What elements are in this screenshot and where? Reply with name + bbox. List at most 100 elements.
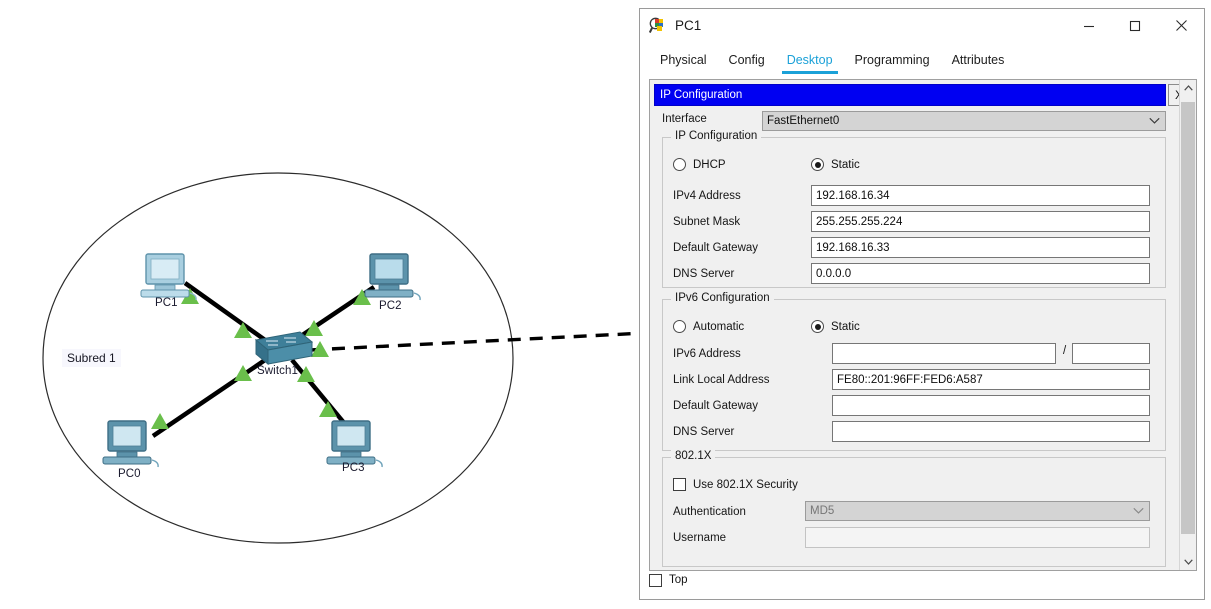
ipv4-dns-label: DNS Server — [673, 268, 735, 280]
ipv6-prefix-separator: / — [1063, 345, 1067, 357]
ipv6-automatic-label: Automatic — [693, 320, 745, 333]
window-titlebar[interactable]: PC1 — [640, 9, 1204, 42]
ipv6-automatic-radio[interactable] — [673, 320, 686, 333]
window-footer: Top — [649, 569, 1197, 591]
pc1-label: PC1 — [155, 297, 178, 309]
link-local-address-value: FE80::201:96FF:FED6:A587 — [837, 373, 983, 386]
interface-label: Interface — [662, 113, 707, 125]
subnet-mask-label: Subnet Mask — [673, 216, 741, 228]
tab-desktop[interactable]: Desktop — [776, 53, 844, 74]
chevron-down-icon — [1133, 507, 1144, 514]
ip-config-close-button[interactable]: X — [1168, 84, 1179, 106]
dhcp-label: DHCP — [693, 158, 726, 171]
pc0-label: PC0 — [118, 468, 141, 480]
ipv4-dns-value: 0.0.0.0 — [816, 267, 852, 280]
ipv6-dns-label: DNS Server — [673, 426, 735, 438]
use-802-1x-checkbox[interactable] — [673, 478, 686, 491]
link-local-address-input[interactable]: FE80::201:96FF:FED6:A587 — [832, 369, 1150, 390]
switch1-icon[interactable] — [254, 331, 314, 366]
maximize-button[interactable] — [1112, 9, 1158, 42]
pc2-label: PC2 — [379, 300, 402, 312]
window-title: PC1 — [675, 18, 702, 33]
pc1-window[interactable]: PC1 Physical Config Desktop Programming … — [639, 8, 1205, 600]
interface-value: FastEthernet0 — [767, 115, 840, 127]
top-label: Top — [669, 574, 688, 586]
dashed-connector-to-window — [309, 331, 645, 352]
interface-select[interactable]: FastEthernet0 — [762, 111, 1166, 131]
tab-attributes[interactable]: Attributes — [941, 53, 1016, 74]
ipv4-gateway-label: Default Gateway — [673, 242, 759, 254]
chevron-down-icon — [1183, 559, 1193, 565]
pc0-icon[interactable] — [102, 420, 159, 468]
ipv6-dns-input[interactable] — [832, 421, 1150, 442]
dot1x-group-title: 802.1X — [671, 450, 716, 462]
topology-svg — [42, 172, 645, 544]
link-local-address-label: Link Local Address — [673, 374, 770, 386]
ipv4-gateway-input[interactable]: 192.168.16.33 — [811, 237, 1150, 258]
chevron-down-icon — [1149, 117, 1160, 124]
scroll-thumb[interactable] — [1181, 102, 1195, 534]
username-input[interactable] — [805, 527, 1150, 548]
ipv6-gateway-input[interactable] — [832, 395, 1150, 416]
ipv6-static-radio-row[interactable]: Static — [811, 320, 860, 333]
ipv6-prefix-input[interactable] — [1072, 343, 1150, 364]
packet-tracer-icon — [649, 17, 663, 33]
switch1-label: Switch1 — [257, 365, 298, 377]
dhcp-radio-row[interactable]: DHCP — [673, 158, 726, 171]
ipv4-address-label: IPv4 Address — [673, 190, 741, 202]
ipv4-address-input[interactable]: 192.168.16.34 — [811, 185, 1150, 206]
subnet-mask-value: 255.255.255.224 — [816, 215, 903, 228]
pc2-icon[interactable] — [364, 253, 421, 301]
ipv6-static-label: Static — [831, 320, 860, 333]
dhcp-radio[interactable] — [673, 158, 686, 171]
username-label: Username — [673, 532, 727, 544]
authentication-value: MD5 — [810, 505, 835, 517]
link-switch-pc1[interactable] — [183, 281, 274, 347]
ip-configuration-app: IP Configuration X Interface FastEtherne… — [650, 80, 1179, 570]
ipv6-gateway-label: Default Gateway — [673, 400, 759, 412]
use-802-1x-row[interactable]: Use 802.1X Security — [673, 478, 798, 491]
ip-config-title: IP Configuration — [660, 89, 743, 101]
close-button[interactable] — [1158, 9, 1204, 42]
close-icon — [1175, 20, 1187, 31]
minimize-button[interactable] — [1066, 9, 1112, 42]
window-controls[interactable] — [1066, 9, 1204, 42]
subnet-mask-input[interactable]: 255.255.255.224 — [811, 211, 1150, 232]
ipv4-static-radio[interactable] — [811, 158, 824, 171]
minimize-icon — [1084, 25, 1094, 27]
status-triangle — [151, 413, 169, 429]
scroll-down-button[interactable] — [1180, 554, 1196, 570]
maximize-icon — [1129, 20, 1141, 31]
chevron-up-icon — [1183, 85, 1193, 91]
ipv6-group-title: IPv6 Configuration — [671, 292, 774, 304]
ipv6-address-label: IPv6 Address — [673, 348, 741, 360]
tab-config[interactable]: Config — [718, 53, 776, 74]
link-switch-pc3[interactable] — [290, 358, 347, 426]
ipv4-static-radio-row[interactable]: Static — [811, 158, 860, 171]
ipv4-dns-input[interactable]: 0.0.0.0 — [811, 263, 1150, 284]
top-checkbox[interactable] — [649, 573, 662, 587]
pc3-icon[interactable] — [326, 420, 383, 468]
panel-vertical-scrollbar[interactable] — [1179, 80, 1196, 570]
pc3-label: PC3 — [342, 462, 365, 474]
tab-programming[interactable]: Programming — [844, 53, 941, 74]
link-switch-pc0[interactable] — [151, 356, 270, 438]
desktop-panel: IP Configuration X Interface FastEtherne… — [649, 79, 1197, 571]
ipv4-group-title: IP Configuration — [671, 130, 762, 142]
authentication-label: Authentication — [673, 506, 746, 518]
ipv6-automatic-radio-row[interactable]: Automatic — [673, 320, 744, 333]
tab-physical[interactable]: Physical — [649, 53, 718, 74]
use-802-1x-label: Use 802.1X Security — [693, 478, 798, 491]
subnet-label: Subred 1 — [62, 349, 121, 367]
scroll-up-button[interactable] — [1180, 80, 1196, 96]
ipv6-static-radio[interactable] — [811, 320, 824, 333]
pc1-icon[interactable] — [140, 253, 197, 301]
ipv4-gateway-value: 192.168.16.33 — [816, 241, 890, 254]
ipv4-address-value: 192.168.16.34 — [816, 189, 890, 202]
ip-config-titlebar[interactable]: IP Configuration — [654, 84, 1166, 106]
network-topology-canvas[interactable]: PC1 PC2 PC0 PC3 Switch1 Subred 1 — [0, 0, 645, 609]
ipv6-address-input[interactable] — [832, 343, 1056, 364]
ipv4-static-label: Static — [831, 158, 860, 171]
authentication-select[interactable]: MD5 — [805, 501, 1150, 521]
tab-bar[interactable]: Physical Config Desktop Programming Attr… — [649, 47, 1004, 74]
